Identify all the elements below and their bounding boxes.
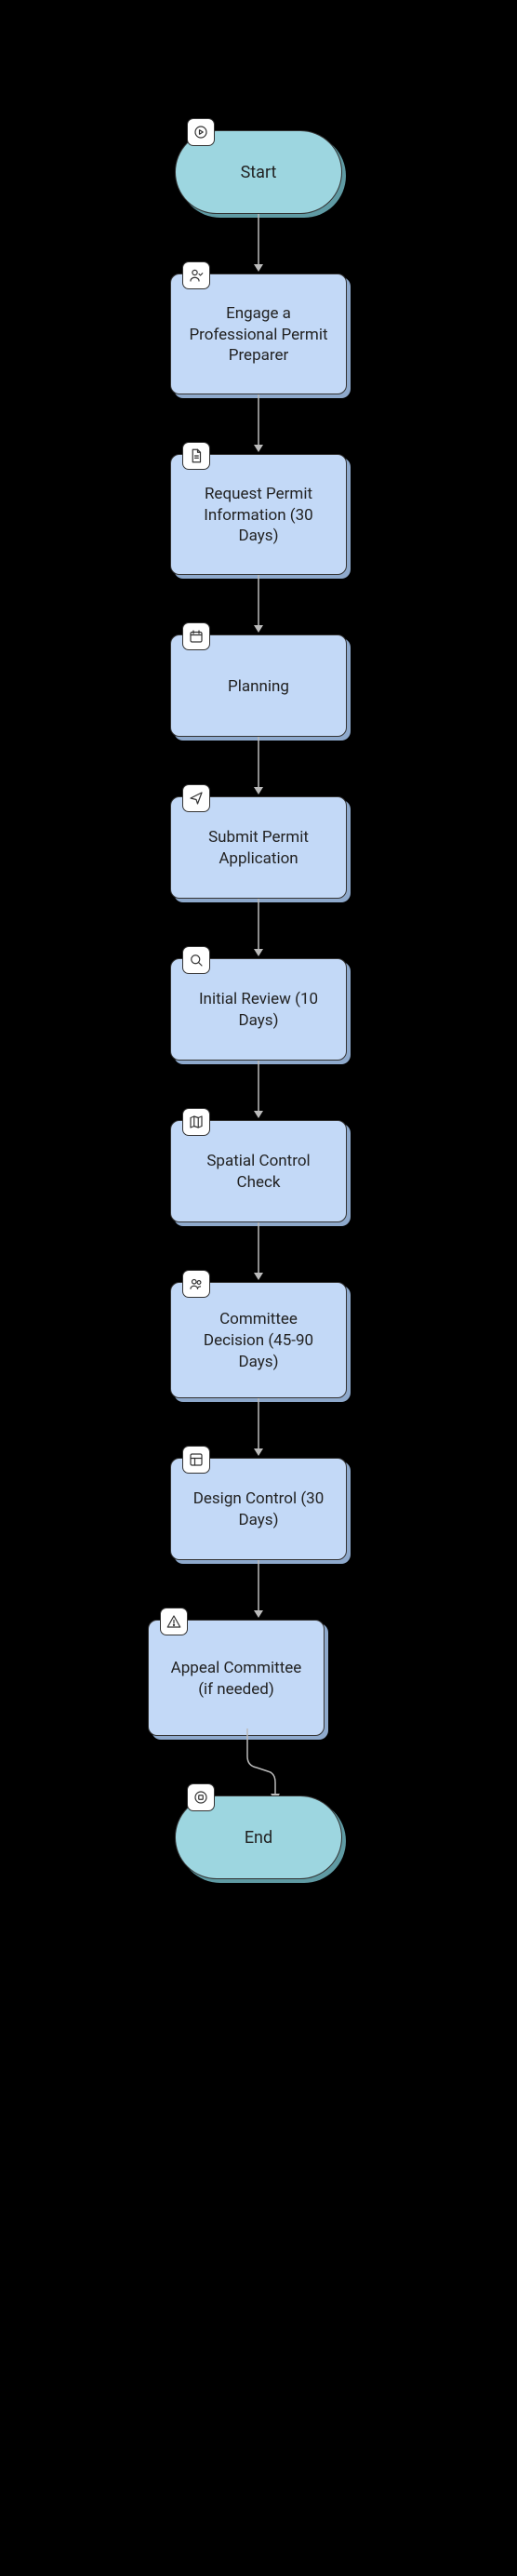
node-design-control[interactable]: Design Control (30 Days) (170, 1458, 347, 1560)
connector (249, 1061, 268, 1120)
stop-icon (187, 1783, 215, 1811)
node-committee-decision[interactable]: Committee Decision (45-90 Days) (170, 1282, 347, 1398)
node-appeal[interactable]: Appeal Committee (if needed) (148, 1620, 325, 1736)
search-icon (182, 946, 210, 974)
map-icon (182, 1108, 210, 1136)
node-request-info[interactable]: Request Permit Information (30 Days) (170, 454, 347, 575)
node-label: Design Control (30 Days) (188, 1488, 329, 1531)
connector (249, 575, 268, 634)
connector (249, 214, 268, 274)
layout-icon (182, 1446, 210, 1474)
node-engage-preparer[interactable]: Engage a Professional Permit Preparer (170, 274, 347, 394)
connector (249, 899, 268, 958)
person-check-icon (182, 261, 210, 289)
node-label: Committee Decision (45-90 Days) (188, 1309, 329, 1373)
node-label: Engage a Professional Permit Preparer (188, 303, 329, 367)
node-end[interactable]: End (175, 1795, 342, 1879)
document-icon (182, 442, 210, 470)
connector (249, 1398, 268, 1458)
node-label: Submit Permit Application (188, 827, 329, 870)
connector (249, 1560, 268, 1620)
node-submit[interactable]: Submit Permit Application (170, 796, 347, 899)
node-label: Request Permit Information (30 Days) (188, 484, 329, 548)
send-icon (182, 784, 210, 812)
node-spatial-check[interactable]: Spatial Control Check (170, 1120, 347, 1222)
warning-icon (160, 1608, 188, 1635)
connector (231, 1736, 286, 1795)
connector (249, 1222, 268, 1282)
node-start[interactable]: Start (175, 130, 342, 214)
flowchart-container: Start Engage a Professional Permit Prepa… (0, 0, 517, 1972)
node-planning[interactable]: Planning (170, 634, 347, 737)
play-icon (187, 118, 215, 146)
node-label: Initial Review (10 Days) (188, 989, 329, 1032)
node-label: End (245, 1828, 272, 1848)
node-initial-review[interactable]: Initial Review (10 Days) (170, 958, 347, 1061)
node-label: Spatial Control Check (188, 1151, 329, 1194)
node-label: Planning (228, 676, 289, 698)
connector (249, 737, 268, 796)
node-label: Start (241, 163, 277, 182)
connector (249, 394, 268, 454)
people-icon (182, 1270, 210, 1298)
node-label: Appeal Committee (if needed) (166, 1658, 307, 1701)
calendar-icon (182, 622, 210, 650)
